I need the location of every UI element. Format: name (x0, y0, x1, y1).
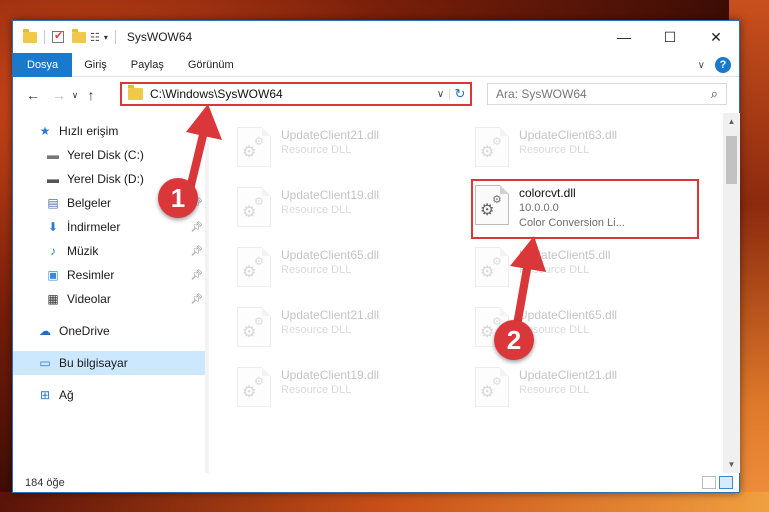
arrow-1-head (186, 104, 222, 140)
step-2-badge: 2 (494, 320, 534, 360)
annotation-arrows (186, 104, 546, 332)
arrow-2-head (510, 236, 546, 272)
step-1-badge: 1 (158, 178, 198, 218)
